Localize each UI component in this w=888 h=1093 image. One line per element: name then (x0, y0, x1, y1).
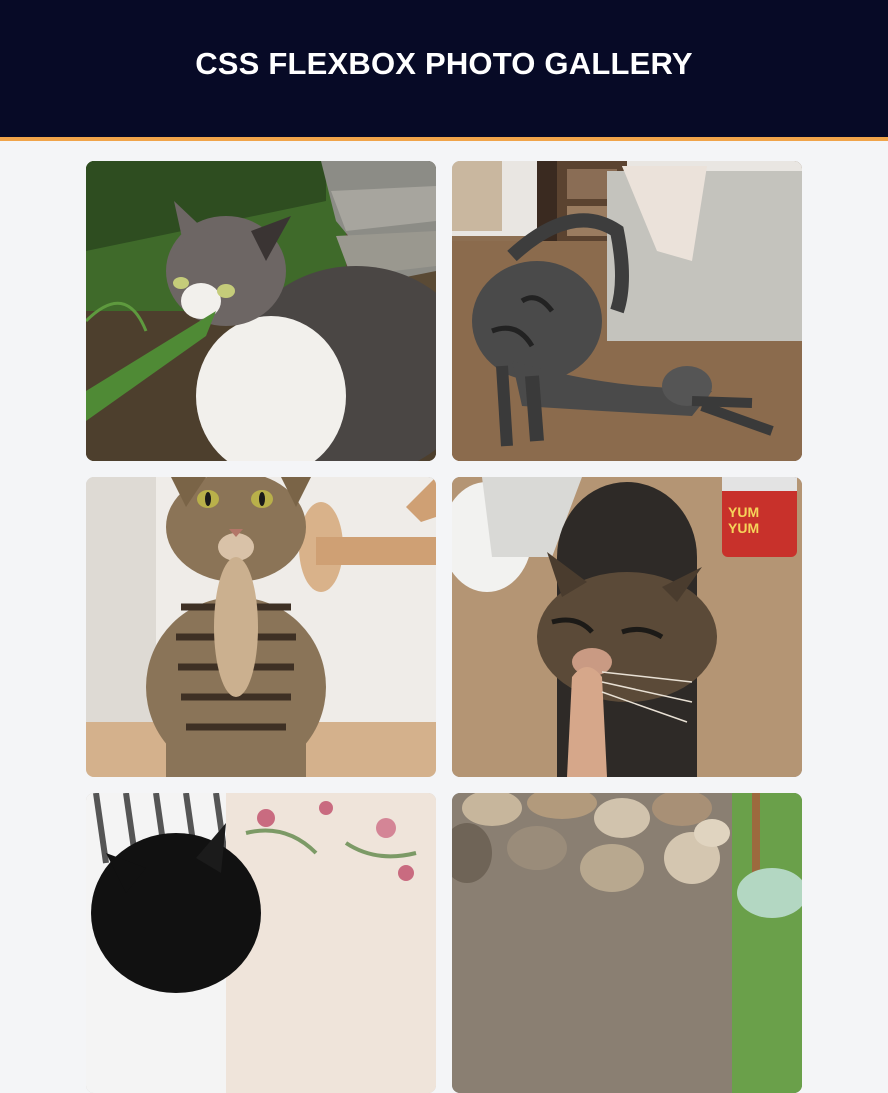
cat-sniffing-finger-photo-icon: YUM YUM (452, 477, 802, 777)
rocky-wall-photo-icon (452, 793, 802, 1093)
gallery-photo-sitting-tabby[interactable] (86, 477, 436, 777)
gallery-photo-cat-sniffing-finger[interactable]: YUM YUM (452, 477, 802, 777)
svg-text:YUM: YUM (728, 520, 759, 536)
black-cat-on-blanket-photo-icon (86, 793, 436, 1093)
gallery-photo-black-cat[interactable] (86, 793, 436, 1093)
photo-gallery: YUM YUM (86, 161, 802, 1093)
gallery-photo-cat-in-garden[interactable] (86, 161, 436, 461)
page-title: CSS FLEXBOX PHOTO GALLERY (195, 46, 693, 81)
gallery-photo-rocky-wall[interactable] (452, 793, 802, 1093)
sitting-tabby-cat-photo-icon (86, 477, 436, 777)
stretching-tabby-cat-photo-icon (452, 161, 802, 461)
page-header: CSS FLEXBOX PHOTO GALLERY (0, 0, 888, 141)
cat-in-garden-photo-icon (86, 161, 436, 461)
svg-text:YUM: YUM (728, 504, 759, 520)
gallery-photo-stretching-cat[interactable] (452, 161, 802, 461)
